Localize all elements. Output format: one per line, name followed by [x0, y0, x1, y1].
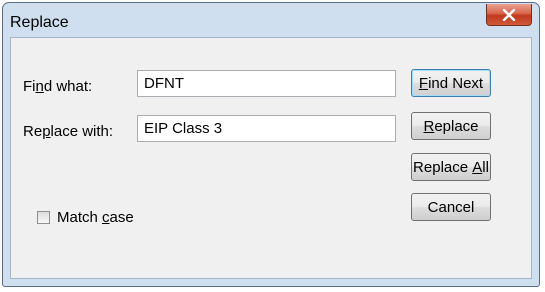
cancel-button[interactable]: Cancel — [411, 193, 491, 221]
replace-dialog: Replace Find what: DFNT Replace with: EI… — [2, 2, 540, 287]
replace-all-button[interactable]: Replace All — [411, 153, 491, 181]
match-case-checkbox[interactable] — [37, 211, 50, 224]
replace-with-input[interactable]: EIP Class 3 — [137, 115, 396, 142]
close-button[interactable] — [486, 4, 532, 26]
title-bar[interactable]: Replace — [3, 3, 539, 37]
dialog-body: Find what: DFNT Replace with: EIP Class … — [10, 37, 532, 279]
find-what-label: Find what: — [23, 78, 93, 95]
dialog-title: Replace — [10, 14, 69, 31]
find-next-button[interactable]: Find Next — [411, 69, 491, 97]
find-what-input[interactable]: DFNT — [137, 70, 396, 97]
replace-button[interactable]: Replace — [411, 112, 491, 140]
replace-with-label: Replace with: — [23, 123, 114, 140]
match-case-label[interactable]: Match case — [57, 209, 134, 226]
close-icon — [502, 8, 516, 21]
